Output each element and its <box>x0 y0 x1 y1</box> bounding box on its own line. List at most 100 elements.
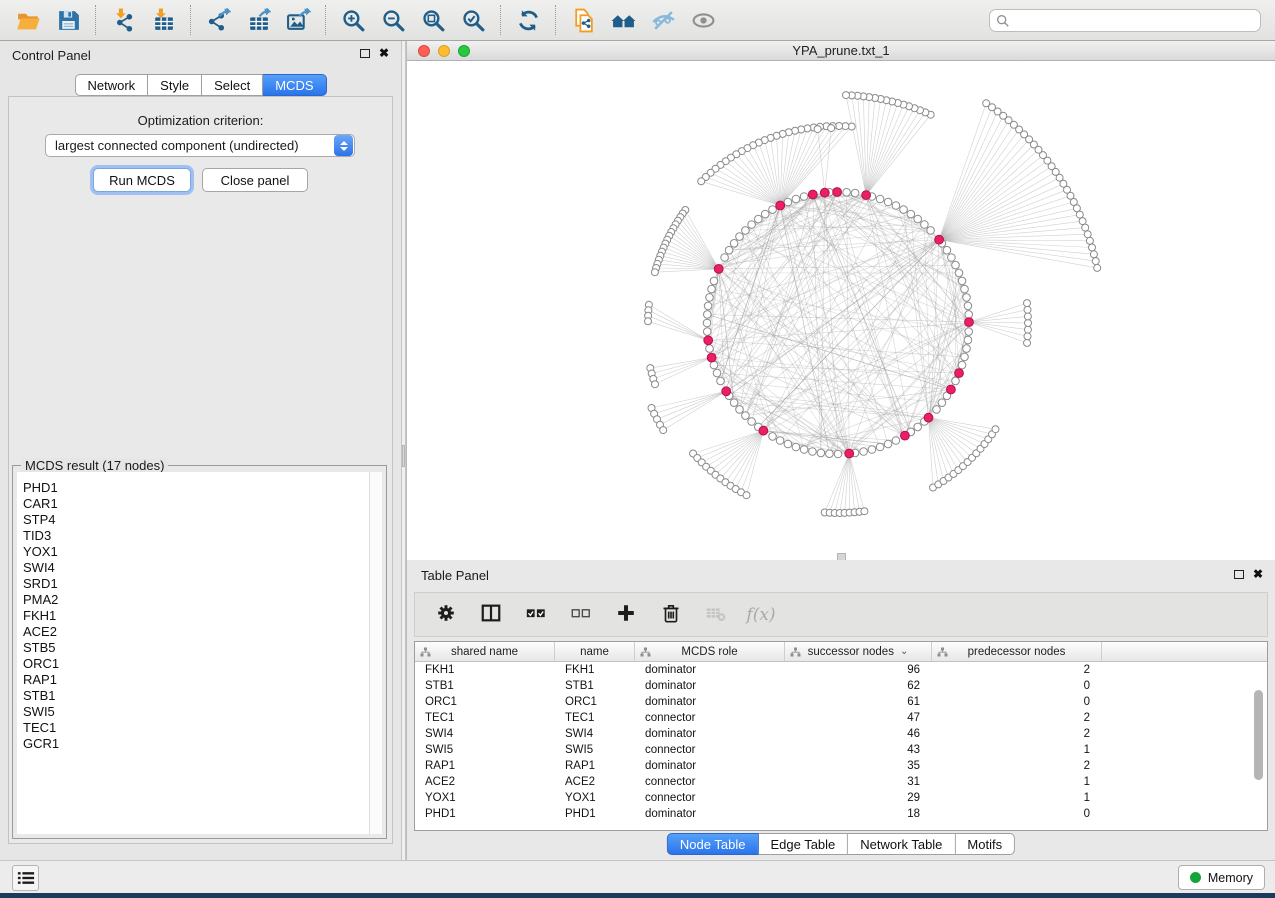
network-node[interactable] <box>748 418 756 426</box>
network-leaf-node[interactable] <box>1092 258 1099 265</box>
table-cell[interactable]: FKH1 <box>415 664 555 676</box>
network-node[interactable] <box>955 269 963 277</box>
table-cell[interactable]: STB1 <box>555 680 635 692</box>
mcds-result-item[interactable]: FKH1 <box>23 608 382 624</box>
network-window-titlebar[interactable]: YPA_prune.txt_1 <box>407 41 1275 61</box>
network-node[interactable] <box>964 302 972 310</box>
network-leaf-node[interactable] <box>1084 231 1091 238</box>
network-leaf-node[interactable] <box>1082 224 1089 231</box>
table-cell[interactable]: 18 <box>785 808 932 820</box>
network-node[interactable] <box>868 446 876 454</box>
table-tab-network-table[interactable]: Network Table <box>848 833 955 855</box>
table-row[interactable]: TEC1TEC1connector472 <box>415 710 1267 726</box>
network-leaf-node[interactable] <box>983 100 990 107</box>
network-node[interactable] <box>963 294 971 302</box>
network-node[interactable] <box>792 443 800 451</box>
zoom-fit-button[interactable] <box>413 3 453 37</box>
network-share-doc-button[interactable] <box>563 3 603 37</box>
table-cell[interactable]: 2 <box>932 664 1102 676</box>
network-leaf-node[interactable] <box>828 125 835 132</box>
tab-select[interactable]: Select <box>202 74 263 96</box>
network-node[interactable] <box>933 406 941 414</box>
select-all-button[interactable] <box>523 602 549 628</box>
network-node[interactable] <box>900 206 908 214</box>
network-node[interactable] <box>965 328 973 336</box>
table-row[interactable]: ORC1ORC1dominator610 <box>415 694 1267 710</box>
close-panel-icon[interactable]: ✖ <box>379 48 389 58</box>
network-node[interactable] <box>742 412 750 420</box>
table-cell[interactable]: SWI4 <box>415 728 555 740</box>
table-cell[interactable]: 1 <box>932 776 1102 788</box>
network-node[interactable] <box>826 450 834 458</box>
table-cell[interactable]: YOX1 <box>555 792 635 804</box>
mcds-result-item[interactable]: GCR1 <box>23 736 382 752</box>
table-row[interactable]: SWI5SWI5connector431 <box>415 742 1267 758</box>
import-table-button[interactable] <box>143 3 183 37</box>
table-row[interactable]: SWI4SWI4dominator462 <box>415 726 1267 742</box>
table-row[interactable]: YOX1YOX1connector291 <box>415 790 1267 806</box>
mcds-result-item[interactable]: STB1 <box>23 688 382 704</box>
network-node[interactable] <box>742 227 750 235</box>
network-node[interactable] <box>730 399 738 407</box>
network-leaf-node[interactable] <box>1094 264 1101 271</box>
run-mcds-button[interactable]: Run MCDS <box>93 168 191 192</box>
table-scrollbar[interactable] <box>1252 664 1265 828</box>
criterion-select[interactable]: largest connected component (undirected) <box>45 134 355 157</box>
table-tab-edge-table[interactable]: Edge Table <box>758 833 848 855</box>
float-panel-icon[interactable] <box>360 49 370 58</box>
mcds-hub-node[interactable] <box>707 353 716 362</box>
network-node[interactable] <box>961 353 969 361</box>
table-cell[interactable]: connector <box>635 776 785 788</box>
network-leaf-node[interactable] <box>1024 313 1031 320</box>
table-cell[interactable]: 1 <box>932 744 1102 756</box>
mcds-result-item[interactable]: CAR1 <box>23 496 382 512</box>
network-node[interactable] <box>938 399 946 407</box>
save-session-button[interactable] <box>48 3 88 37</box>
network-node[interactable] <box>958 361 966 369</box>
table-cell[interactable]: PHD1 <box>415 808 555 820</box>
table-cell[interactable]: dominator <box>635 760 785 772</box>
network-canvas[interactable] <box>407 61 1275 560</box>
mcds-result-item[interactable]: SRD1 <box>23 576 382 592</box>
table-row[interactable]: ACE2ACE2connector311 <box>415 774 1267 790</box>
table-cell[interactable]: 31 <box>785 776 932 788</box>
table-cell[interactable]: FKH1 <box>555 664 635 676</box>
network-node[interactable] <box>704 302 712 310</box>
network-node[interactable] <box>784 198 792 206</box>
network-node[interactable] <box>921 221 929 229</box>
mcds-hub-node[interactable] <box>924 413 933 422</box>
table-cell[interactable]: ORC1 <box>555 696 635 708</box>
table-cell[interactable]: dominator <box>635 696 785 708</box>
table-row[interactable]: FKH1FKH1dominator962 <box>415 662 1267 678</box>
network-node[interactable] <box>952 261 960 269</box>
network-node[interactable] <box>817 449 825 457</box>
table-cell[interactable]: 61 <box>785 696 932 708</box>
network-node[interactable] <box>710 277 718 285</box>
table-cell[interactable]: connector <box>635 744 785 756</box>
table-cell[interactable]: 0 <box>932 680 1102 692</box>
network-leaf-node[interactable] <box>1024 326 1031 333</box>
mcds-result-item[interactable]: STP4 <box>23 512 382 528</box>
network-node[interactable] <box>769 433 777 441</box>
table-cell[interactable]: 43 <box>785 744 932 756</box>
mcds-hub-node[interactable] <box>714 265 723 274</box>
network-leaf-node[interactable] <box>1086 237 1093 244</box>
table-tab-motifs[interactable]: Motifs <box>955 833 1015 855</box>
network-node[interactable] <box>914 423 922 431</box>
network-node[interactable] <box>776 437 784 445</box>
table-row[interactable]: STB1STB1dominator620 <box>415 678 1267 694</box>
table-cell[interactable]: 47 <box>785 712 932 724</box>
network-leaf-node[interactable] <box>1079 218 1086 225</box>
network-node[interactable] <box>965 311 973 319</box>
table-cell[interactable]: ACE2 <box>415 776 555 788</box>
network-node[interactable] <box>952 377 960 385</box>
column-header-MCDS-role[interactable]: MCDS role <box>635 642 785 661</box>
network-leaf-node[interactable] <box>645 318 652 325</box>
table-cell[interactable]: connector <box>635 792 785 804</box>
table-cell[interactable]: 29 <box>785 792 932 804</box>
network-node[interactable] <box>784 440 792 448</box>
network-leaf-node[interactable] <box>992 426 999 433</box>
mcds-hub-node[interactable] <box>704 336 713 345</box>
mcds-result-item[interactable]: SWI4 <box>23 560 382 576</box>
table-cell[interactable]: ORC1 <box>415 696 555 708</box>
